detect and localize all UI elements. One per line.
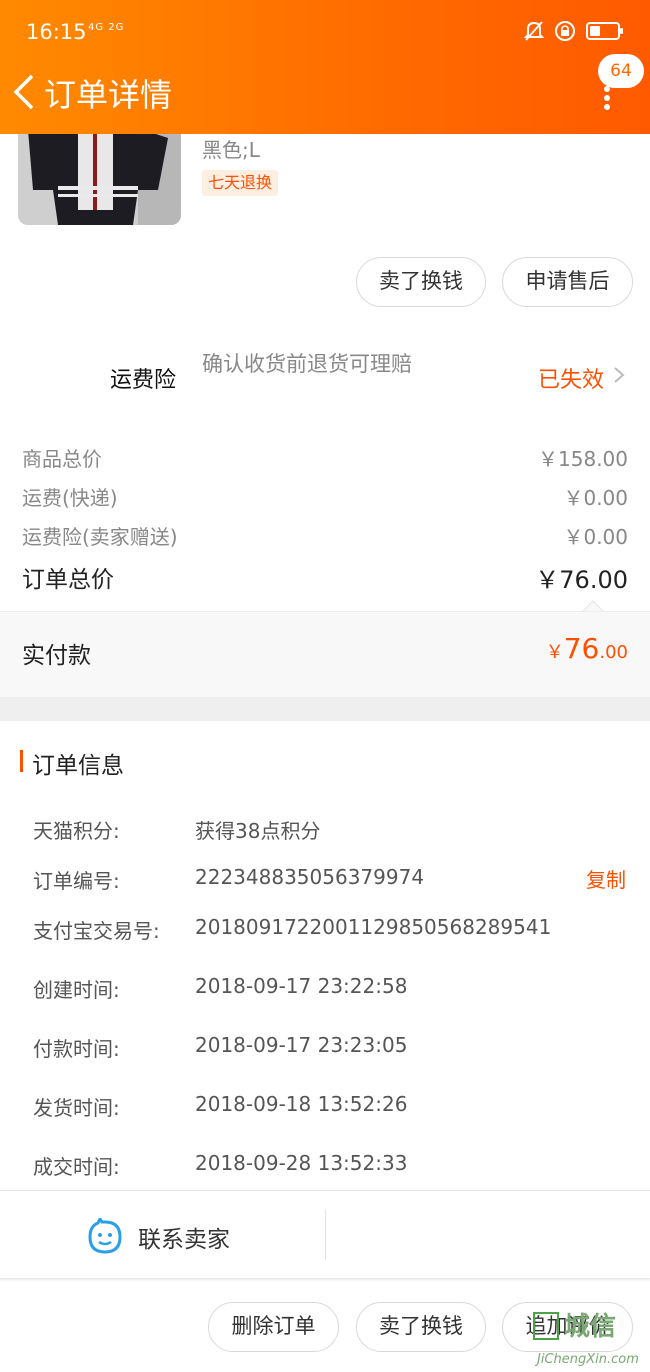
return-policy-badge: 七天退换: [202, 170, 279, 196]
insurance-status[interactable]: 已失效: [538, 362, 604, 394]
info-label-order-no: 订单编号:: [33, 869, 120, 893]
price-value: ￥158.00: [538, 447, 628, 471]
after-sale-button[interactable]: 申请售后: [502, 257, 633, 307]
info-label-paid: 付款时间:: [33, 1037, 120, 1061]
bottom-bar-shadow: [0, 1278, 650, 1282]
site-watermark: 城信 JiChengXin.com: [527, 1306, 650, 1372]
watermark-logo-icon: [533, 1312, 559, 1340]
info-value-completed: 2018-09-28 13:52:33: [195, 1151, 408, 1175]
price-row-insurance: 运费险(卖家赠送) ￥0.00: [22, 521, 628, 550]
info-label-points: 天猫积分:: [33, 819, 120, 843]
info-value-created: 2018-09-17 23:22:58: [195, 974, 408, 998]
info-value-alipay-no: 2018091722001129850568289541: [195, 915, 552, 939]
chat-bubble-icon: [88, 1218, 122, 1254]
app-header: 16:15 4G 2G 订单详情 64: [0, 0, 650, 134]
lock-icon: [555, 21, 575, 41]
price-row-goods: 商品总价 ￥158.00: [22, 443, 628, 472]
product-sku: 黑色;L: [202, 138, 260, 162]
info-value-order-no: 2223488350563799​74: [195, 865, 425, 889]
paid-label: 实付款: [22, 643, 91, 669]
status-icons: [524, 20, 623, 42]
info-label-completed: 成交时间:: [33, 1155, 120, 1179]
price-row-shipping: 运费(快递) ￥0.00: [22, 482, 628, 511]
network-indicator: 4G 2G: [88, 22, 125, 33]
info-value-points: 获得38点积分: [195, 819, 321, 843]
order-total-value: ￥76.00: [535, 566, 628, 594]
status-time: 16:15: [26, 20, 87, 44]
caret-up-icon: [582, 600, 604, 612]
info-label-created: 创建时间:: [33, 978, 120, 1002]
insurance-label: 运费险: [110, 368, 177, 393]
divider: [0, 1190, 650, 1191]
info-label-alipay-no: 支付宝交易号:: [33, 919, 160, 943]
price-label: 运费(快递): [22, 486, 118, 510]
price-value: ￥0.00: [563, 486, 628, 510]
section-accent-bar: [20, 750, 23, 772]
delete-order-button[interactable]: 删除订单: [208, 1302, 339, 1352]
vertical-divider: [325, 1210, 326, 1260]
watermark-sub: JiChengXin.com: [537, 1352, 639, 1367]
product-image[interactable]: [18, 120, 181, 225]
status-bar: 16:15 4G 2G: [0, 0, 650, 64]
sell-button[interactable]: 卖了换钱: [356, 257, 486, 307]
paid-amount: ￥76.00: [546, 632, 628, 665]
copy-button[interactable]: 复制: [586, 864, 626, 893]
order-total-row: 订单总价 ￥76.00: [22, 560, 628, 595]
paid-currency: ￥: [545, 642, 564, 663]
product-photo-icon: [18, 120, 181, 225]
page-title: 订单详情: [44, 76, 173, 114]
price-label: 运费险(卖家赠送): [22, 525, 178, 549]
more-icon[interactable]: [601, 86, 613, 110]
watermark-text: 城信: [564, 1312, 617, 1342]
order-total-label: 订单总价: [22, 567, 114, 593]
battery-icon: [586, 22, 623, 40]
price-value: ￥0.00: [563, 525, 628, 549]
chevron-right-icon[interactable]: [612, 366, 626, 384]
info-value-paid: 2018-09-17 23:23:05: [195, 1033, 408, 1057]
insurance-description: 确认收货前退货可理赔: [202, 352, 412, 376]
sell-button-bottom[interactable]: 卖了换钱: [356, 1302, 486, 1352]
contact-seller-button[interactable]: 联系卖家: [86, 1218, 230, 1256]
message-badge[interactable]: 64: [598, 54, 644, 88]
price-label: 商品总价: [22, 447, 102, 471]
info-value-shipped: 2018-09-18 13:52:26: [195, 1092, 408, 1116]
order-info-title: 订单信息: [32, 753, 124, 779]
paid-integer: 76: [563, 632, 600, 665]
back-icon[interactable]: [10, 72, 38, 112]
mute-icon: [524, 21, 544, 41]
contact-seller-label: 联系卖家: [138, 1227, 230, 1253]
section-gap: [0, 697, 650, 721]
info-label-shipped: 发货时间:: [33, 1096, 120, 1120]
paid-decimal: .00: [599, 642, 628, 663]
